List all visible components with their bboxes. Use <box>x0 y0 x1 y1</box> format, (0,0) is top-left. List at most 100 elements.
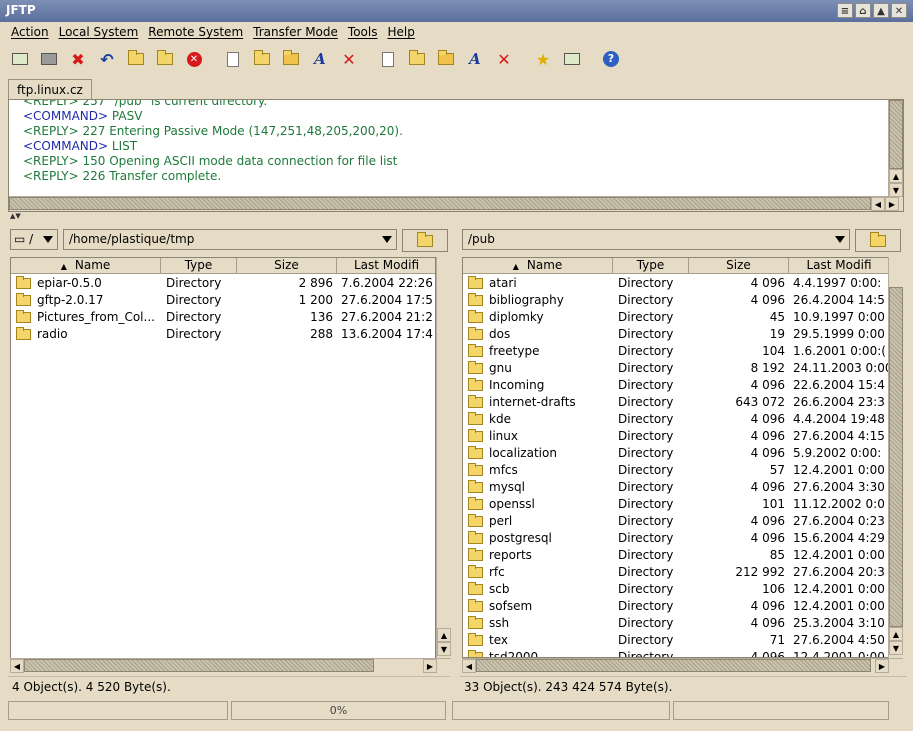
scroll-left-icon[interactable]: ◀ <box>871 197 885 211</box>
local-col-date[interactable]: Last Modifi <box>337 258 435 274</box>
scroll-down-icon[interactable]: ▼ <box>889 183 903 197</box>
scroll-down-icon[interactable]: ▼ <box>889 641 903 655</box>
remote-hscroll-thumb[interactable] <box>476 659 871 672</box>
file-row[interactable]: mysql Directory 4 096 27.6.2004 3:30 <box>463 479 888 496</box>
remote-open-folder-button[interactable] <box>434 47 458 71</box>
remote-vertical-scrollbar[interactable]: ▲ ▼ <box>888 257 903 658</box>
log-splitter[interactable]: ▲▼ <box>8 212 904 220</box>
local-parent-dir-button[interactable] <box>402 229 448 252</box>
file-row[interactable]: internet-drafts Directory 643 072 26.6.2004… <box>463 394 888 411</box>
file-row[interactable]: Pictures_from_Col... Directory 136 27.6.200… <box>11 309 435 326</box>
file-name: openssl <box>489 497 535 511</box>
collapse-arrows-icon[interactable]: ▲▼ <box>10 212 21 220</box>
remote-col-date[interactable]: Last Modifi <box>789 258 888 274</box>
download-button[interactable] <box>153 47 177 71</box>
file-row[interactable]: mfcs Directory 57 12.4.2001 0:00 <box>463 462 888 479</box>
menu-action[interactable]: Action <box>6 22 54 43</box>
file-row[interactable]: perl Directory 4 096 27.6.2004 0:23 <box>463 513 888 530</box>
remote-path-combobox[interactable]: /pub <box>462 229 850 250</box>
scroll-left-icon[interactable]: ◀ <box>10 659 24 673</box>
file-row[interactable]: radio Directory 288 13.6.2004 17:4 <box>11 326 435 343</box>
file-row[interactable]: postgresql Directory 4 096 15.6.2004 4:29 <box>463 530 888 547</box>
menu-local-system[interactable]: Local System <box>54 22 144 43</box>
help-button[interactable]: ? <box>599 47 623 71</box>
menu-tools[interactable]: Tools <box>343 22 383 43</box>
local-new-file-button[interactable] <box>221 47 245 71</box>
remote-rename-button[interactable]: A <box>463 47 487 71</box>
drive-selector[interactable]: ▭ / <box>10 229 58 250</box>
file-row[interactable]: openssl Directory 101 11.12.2002 0:0 <box>463 496 888 513</box>
window-shade-button[interactable]: ⌂ <box>855 3 871 18</box>
remote-horizontal-scrollbar[interactable]: ◀ ▶ <box>462 658 903 673</box>
remote-col-name[interactable]: ▲ Name <box>463 258 613 274</box>
file-row[interactable]: reports Directory 85 12.4.2001 0:00 <box>463 547 888 564</box>
reconnect-button[interactable]: ↶ <box>95 47 119 71</box>
local-col-type[interactable]: Type <box>161 258 237 274</box>
file-row[interactable]: localization Directory 4 096 5.9.2002 0:00: <box>463 445 888 462</box>
file-row[interactable]: rfc Directory 212 992 27.6.2004 20:3 <box>463 564 888 581</box>
scroll-right-icon[interactable]: ▶ <box>885 197 899 211</box>
log-vertical-scrollbar[interactable]: ▲ ▼ <box>888 100 903 197</box>
stop-button[interactable]: ✕ <box>182 47 206 71</box>
local-rename-button[interactable]: A <box>308 47 332 71</box>
scroll-left-icon[interactable]: ◀ <box>462 659 476 673</box>
file-row[interactable]: kde Directory 4 096 4.4.2004 19:48 <box>463 411 888 428</box>
log-window-button[interactable] <box>560 47 584 71</box>
local-col-name[interactable]: ▲ Name <box>11 258 161 274</box>
log-horizontal-scrollbar[interactable]: ◀ ▶ <box>9 196 903 211</box>
window-maximize-button[interactable]: ▲ <box>873 3 889 18</box>
new-connection-button[interactable] <box>8 47 32 71</box>
file-row[interactable]: epiar-0.5.0 Directory 2 896 7.6.2004 22:26 <box>11 275 435 292</box>
remote-new-file-button[interactable] <box>376 47 400 71</box>
bookmarks-button[interactable]: ★ <box>531 47 555 71</box>
menu-remote-system[interactable]: Remote System <box>143 22 248 43</box>
menu-transfer-mode[interactable]: Transfer Mode <box>248 22 343 43</box>
local-open-folder-button[interactable] <box>279 47 303 71</box>
remote-col-size[interactable]: Size <box>689 258 789 274</box>
file-row[interactable]: dos Directory 19 29.5.1999 0:00 <box>463 326 888 343</box>
file-row[interactable]: bibliography Directory 4 096 26.4.2004 14:5 <box>463 292 888 309</box>
log-scroll-thumb[interactable] <box>889 100 903 169</box>
file-type: Directory <box>618 463 674 477</box>
menu-help[interactable]: Help <box>382 22 419 43</box>
window-close-button[interactable]: ✕ <box>891 3 907 18</box>
scroll-up-icon[interactable]: ▲ <box>889 169 903 183</box>
local-vertical-scrollbar[interactable]: ▲ ▼ <box>436 257 451 658</box>
scroll-up-icon[interactable]: ▲ <box>437 628 451 642</box>
file-row[interactable]: atari Directory 4 096 4.4.1997 0:00: <box>463 275 888 292</box>
file-row[interactable]: gnu Directory 8 192 24.11.2003 0:00 <box>463 360 888 377</box>
abort-connection-button[interactable]: ✖ <box>66 47 90 71</box>
file-row[interactable]: gftp-2.0.17 Directory 1 200 27.6.2004 17:5 <box>11 292 435 309</box>
file-name: postgresql <box>489 531 552 545</box>
scroll-right-icon[interactable]: ▶ <box>423 659 437 673</box>
remote-col-type[interactable]: Type <box>613 258 689 274</box>
remote-parent-dir-button[interactable] <box>855 229 901 252</box>
file-row[interactable]: tsd2000 Directory 4 096 12.4.2001 0:00 <box>463 649 888 657</box>
file-row[interactable]: ssh Directory 4 096 25.3.2004 3:10 <box>463 615 888 632</box>
local-col-size[interactable]: Size <box>237 258 337 274</box>
log-hscroll-thumb[interactable] <box>9 197 871 210</box>
local-horizontal-scrollbar[interactable]: ◀ ▶ <box>10 658 451 673</box>
file-row[interactable]: diplomky Directory 45 10.9.1997 0:00 <box>463 309 888 326</box>
file-size: 104 <box>762 344 785 358</box>
window-menu-button[interactable]: ≡ <box>837 3 853 18</box>
local-hscroll-thumb[interactable] <box>24 659 374 672</box>
remote-delete-button[interactable]: ✕ <box>492 47 516 71</box>
tab-connection[interactable]: ftp.linux.cz <box>8 79 92 99</box>
file-row[interactable]: linux Directory 4 096 27.6.2004 4:15 <box>463 428 888 445</box>
upload-button[interactable] <box>124 47 148 71</box>
remote-new-folder-button[interactable] <box>405 47 429 71</box>
remote-scroll-thumb[interactable] <box>889 287 903 627</box>
scroll-down-icon[interactable]: ▼ <box>437 642 451 656</box>
file-row[interactable]: freetype Directory 104 1.6.2001 0:00:( <box>463 343 888 360</box>
local-delete-button[interactable]: ✕ <box>337 47 361 71</box>
scroll-right-icon[interactable]: ▶ <box>875 659 889 673</box>
local-path-combobox[interactable]: /home/plastique/tmp <box>63 229 397 250</box>
file-row[interactable]: scb Directory 106 12.4.2001 0:00 <box>463 581 888 598</box>
local-new-folder-button[interactable] <box>250 47 274 71</box>
file-row[interactable]: sofsem Directory 4 096 12.4.2001 0:00 <box>463 598 888 615</box>
disconnect-button[interactable] <box>37 47 61 71</box>
scroll-up-icon[interactable]: ▲ <box>889 627 903 641</box>
file-row[interactable]: Incoming Directory 4 096 22.6.2004 15:4 <box>463 377 888 394</box>
file-row[interactable]: tex Directory 71 27.6.2004 4:50 <box>463 632 888 649</box>
